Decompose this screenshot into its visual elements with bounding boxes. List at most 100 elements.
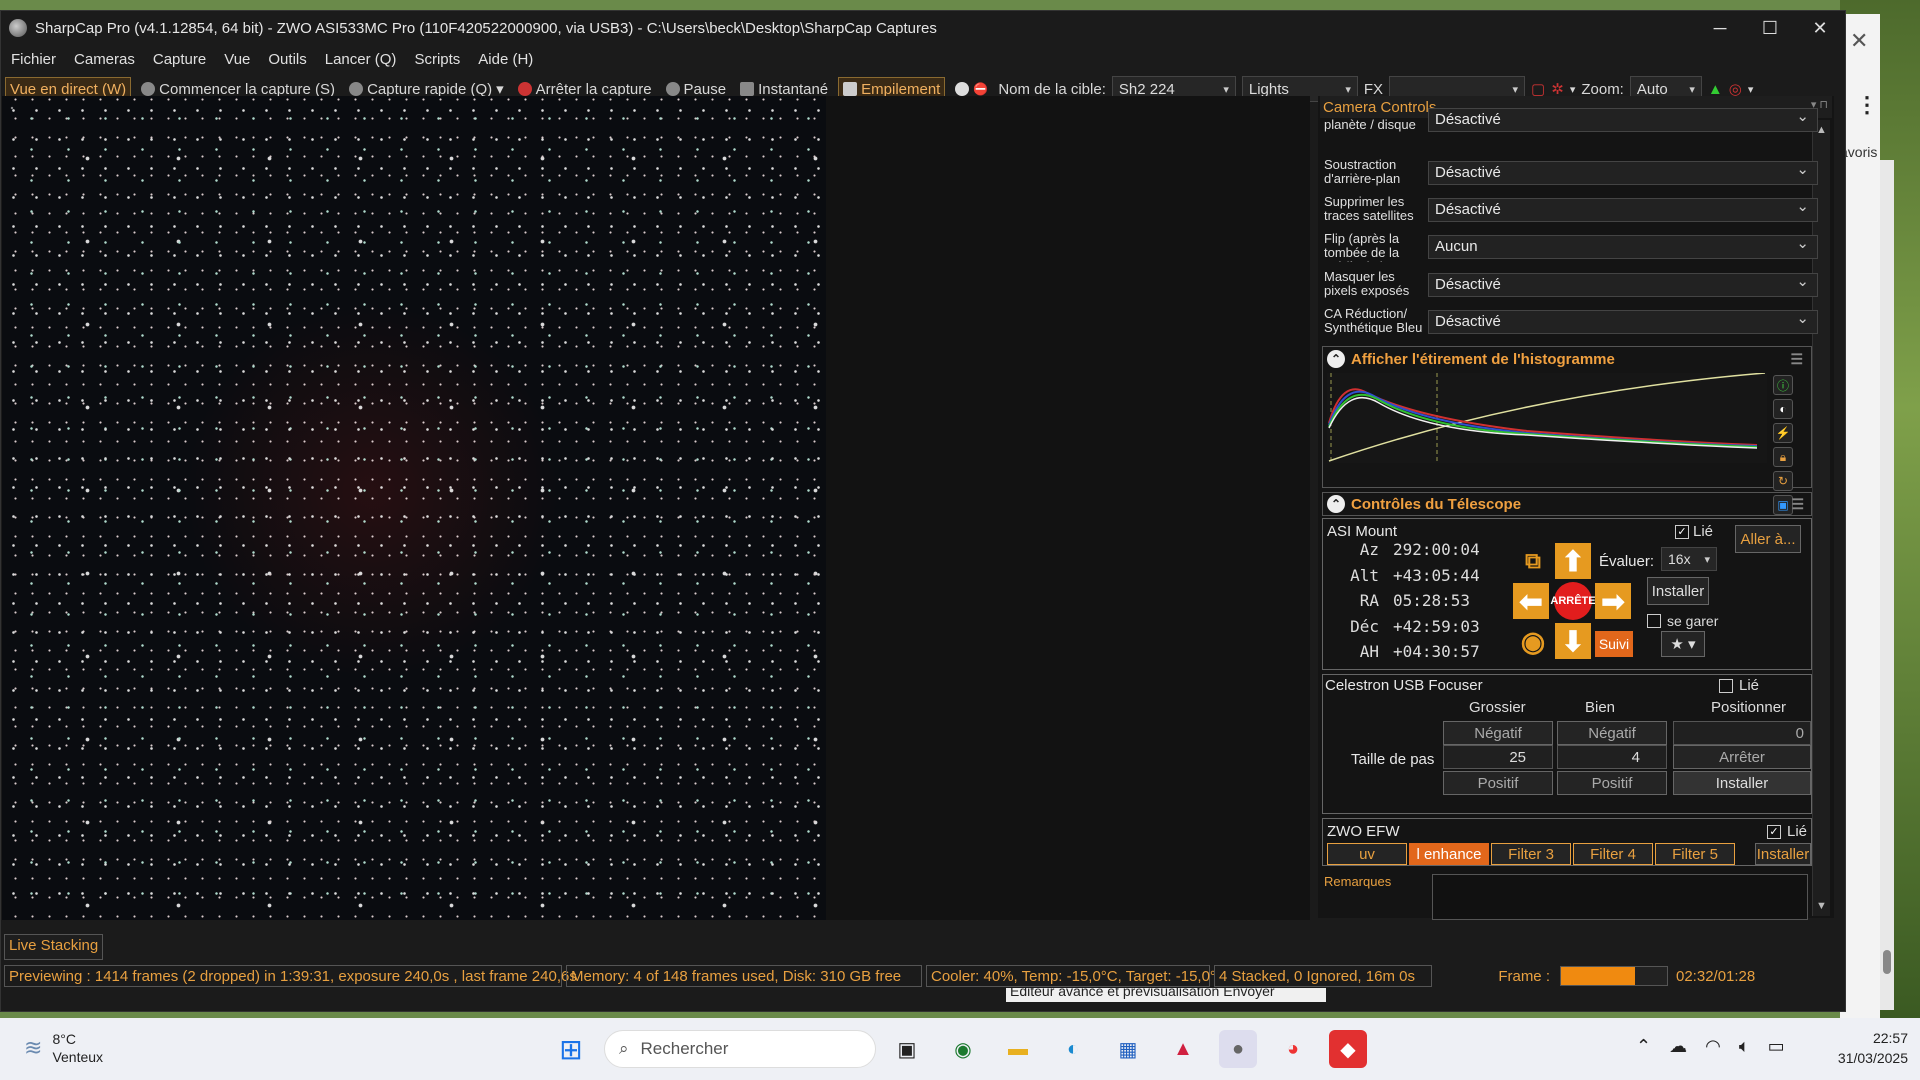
telescope-header[interactable]: ⌃ Contrôles du Télescope ☰: [1322, 492, 1812, 516]
focuser-linked[interactable]: Lié: [1719, 677, 1759, 694]
arrow-up-button[interactable]: ⬆: [1555, 543, 1591, 579]
minimize-button[interactable]: ─: [1695, 11, 1745, 45]
setting-select[interactable]: Désactivé: [1428, 308, 1818, 334]
browser-scrollbar[interactable]: [1880, 160, 1894, 1010]
window-title: SharpCap Pro (v4.1.12854, 64 bit) - ZWO …: [35, 19, 937, 37]
menu-outils[interactable]: Outils: [268, 51, 306, 68]
chevron-up-icon[interactable]: ⌃: [1636, 1036, 1651, 1057]
chevron-down-icon[interactable]: ▾: [1748, 83, 1754, 96]
target-name-value: Sh2 224: [1118, 80, 1175, 98]
more-menu-icon[interactable]: ⋮: [1856, 92, 1878, 118]
setting-label: planète / disque: [1324, 118, 1416, 132]
filter-button[interactable]: uv: [1327, 843, 1407, 865]
coarse-positive-button[interactable]: Positif: [1443, 771, 1553, 795]
filter-button[interactable]: Filter 4: [1573, 843, 1653, 865]
start-icon[interactable]: ⊞: [552, 1030, 590, 1068]
arrow-right-button[interactable]: ➡: [1595, 583, 1631, 619]
menu-vue[interactable]: Vue: [224, 51, 250, 68]
mount-install-button[interactable]: Installer: [1647, 577, 1709, 605]
position-field[interactable]: 0: [1673, 721, 1811, 745]
setting-select[interactable]: Désactivé: [1428, 106, 1818, 132]
chevron-up-icon[interactable]: ⌃: [1327, 350, 1345, 368]
menu-scripts[interactable]: Scripts: [414, 51, 460, 68]
volume-icon[interactable]: 🔈︎: [1739, 1036, 1750, 1057]
clock[interactable]: 22:57 31/03/2025: [1838, 1028, 1908, 1068]
app-icon[interactable]: ◉: [944, 1030, 982, 1068]
tracking-button[interactable]: Suivi: [1595, 631, 1633, 657]
store-icon[interactable]: ▦: [1109, 1030, 1147, 1068]
histogram-icon[interactable]: ▲: [1708, 81, 1723, 98]
park-checkbox[interactable]: se garer: [1647, 613, 1718, 629]
stop-button[interactable]: ARRÊTE: [1550, 582, 1596, 620]
efw-install-button[interactable]: Installer: [1755, 843, 1811, 865]
menu-icon[interactable]: ☰: [1790, 351, 1803, 368]
chrome-icon[interactable]: ◕: [1274, 1030, 1312, 1068]
fine-positive-button[interactable]: Positif: [1557, 771, 1667, 795]
histogram-chart[interactable]: [1327, 373, 1767, 463]
filter-button[interactable]: Filter 3: [1491, 843, 1571, 865]
scroll-thumb[interactable]: [1883, 950, 1891, 974]
goto-button[interactable]: Aller à...: [1735, 525, 1801, 553]
checkbox-checked-icon[interactable]: ✓: [1675, 524, 1689, 539]
checkbox-icon[interactable]: [1719, 678, 1733, 693]
live-stacking-tab[interactable]: Live Stacking: [4, 934, 104, 960]
notes-textarea[interactable]: [1432, 874, 1808, 920]
setting-select[interactable]: Désactivé: [1428, 196, 1818, 222]
menu-icon[interactable]: ☰: [1791, 496, 1804, 513]
target-frame-icon[interactable]: ⧉: [1515, 543, 1551, 579]
coarse-step-input[interactable]: 25: [1443, 745, 1553, 769]
menu-fichier[interactable]: Fichier: [11, 51, 56, 68]
search-box[interactable]: ⌕ Rechercher: [604, 1030, 876, 1068]
checkbox-icon[interactable]: [1647, 614, 1661, 628]
mount-linked[interactable]: ✓ Lié: [1675, 523, 1713, 540]
file-explorer-icon[interactable]: ▬: [999, 1030, 1037, 1068]
photo-app-icon[interactable]: ▲: [1164, 1030, 1202, 1068]
menu-aide[interactable]: Aide (H): [478, 51, 533, 68]
wifi-icon[interactable]: ◠: [1705, 1036, 1721, 1057]
histogram-header[interactable]: ⌃ Afficher l'étirement de l'histogramme ☰: [1323, 347, 1811, 371]
efw-linked[interactable]: ✓ Lié: [1767, 823, 1807, 840]
close-icon[interactable]: ✕: [1850, 28, 1868, 54]
focuser-install-button[interactable]: Installer: [1673, 771, 1811, 795]
setting-select[interactable]: Désactivé: [1428, 271, 1818, 297]
filter-button-active[interactable]: l enhance: [1409, 843, 1489, 865]
setting-select[interactable]: Aucun: [1428, 233, 1818, 259]
maximize-button[interactable]: ☐: [1745, 11, 1795, 45]
arrow-left-button[interactable]: ⬅: [1513, 583, 1549, 619]
menu-capture[interactable]: Capture: [153, 51, 206, 68]
edge-icon[interactable]: ◐: [1054, 1030, 1092, 1068]
setting-row: planète / disque Désactivé: [1324, 106, 1818, 134]
weather-widget[interactable]: ≋ 8°C Venteux: [24, 1030, 103, 1066]
reset-icon[interactable]: ↻: [1773, 471, 1793, 491]
filter-button[interactable]: Filter 5: [1655, 843, 1735, 865]
chevron-up-icon[interactable]: ⌃: [1327, 495, 1345, 513]
focuser-stop-button[interactable]: Arrêter: [1673, 745, 1811, 769]
checkbox-checked-icon[interactable]: ✓: [1767, 824, 1781, 839]
task-view-icon[interactable]: ▣: [888, 1030, 926, 1068]
cloud-off-icon[interactable]: ☁: [1669, 1036, 1687, 1057]
star-menu-button[interactable]: ★ ▾: [1661, 631, 1705, 657]
info-icon[interactable]: ⓘ: [1773, 375, 1793, 395]
arrow-down-button[interactable]: ⬇: [1555, 623, 1591, 659]
center-target-icon[interactable]: ◉: [1515, 623, 1551, 659]
setting-label: CA Réduction/ Synthétique Bleu: [1324, 307, 1423, 335]
scroll-down-icon[interactable]: ▼: [1816, 900, 1827, 912]
rate-select[interactable]: 16x: [1661, 547, 1717, 571]
anydesk-icon[interactable]: ◆: [1329, 1030, 1367, 1068]
battery-icon[interactable]: ▭: [1768, 1036, 1785, 1057]
fine-step-input[interactable]: 4: [1557, 745, 1667, 769]
coarse-negative-button[interactable]: Négatif: [1443, 721, 1553, 745]
setting-label: Flip (après la tombée de la nuit/à plat): [1324, 232, 1400, 262]
stack-status: 4 Stacked, 0 Ignored, 16m 0s: [1214, 965, 1432, 987]
menu-lancer[interactable]: Lancer (Q): [325, 51, 397, 68]
image-viewport[interactable]: [2, 96, 1310, 920]
setting-select[interactable]: Désactivé: [1428, 159, 1818, 185]
fine-negative-button[interactable]: Négatif: [1557, 721, 1667, 745]
chevron-down-icon[interactable]: ▾: [1570, 83, 1576, 96]
close-button[interactable]: ✕: [1795, 11, 1845, 45]
lightning-icon[interactable]: ⚡: [1773, 423, 1793, 443]
contrast-icon[interactable]: ◐: [1773, 399, 1793, 419]
menu-cameras[interactable]: Cameras: [74, 51, 135, 68]
lock-icon[interactable]: 🔒︎: [1773, 447, 1793, 467]
sharpcap-taskbar-icon[interactable]: ●: [1219, 1030, 1257, 1068]
